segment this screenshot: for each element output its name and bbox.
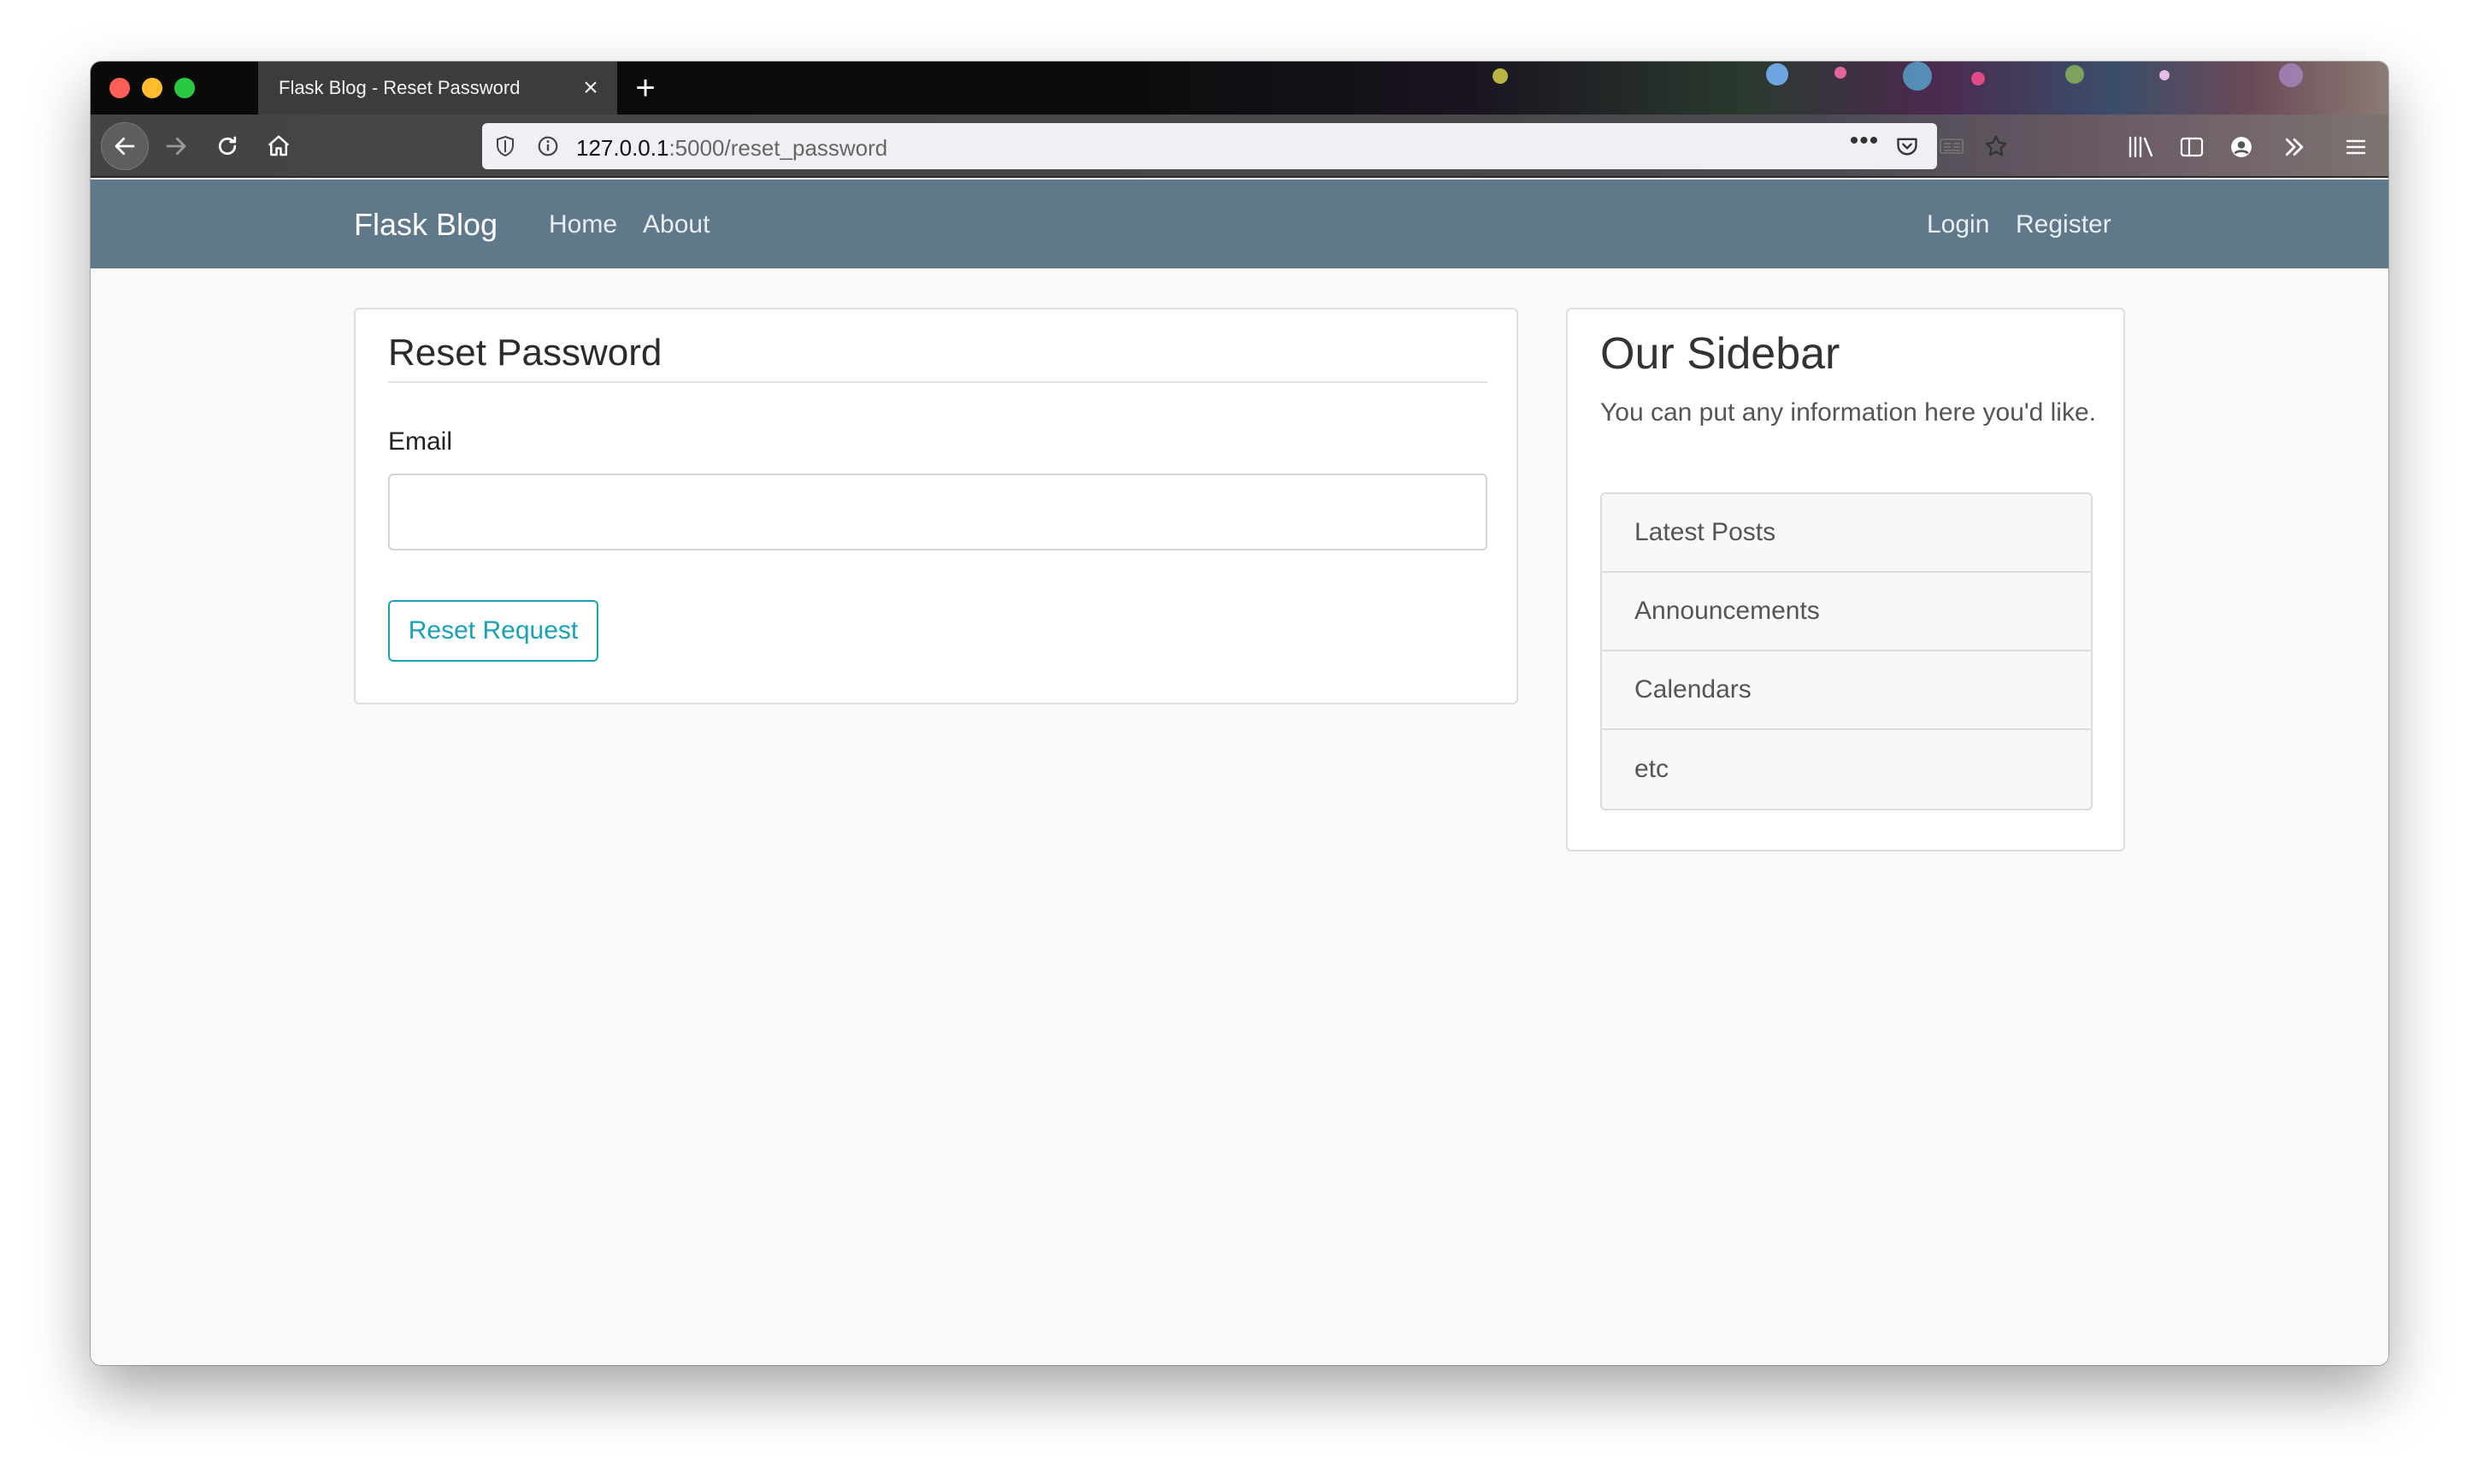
sidebar-description: You can put any information here you'd l…	[1600, 398, 2096, 427]
sidebar-item-latest-posts[interactable]: Latest Posts	[1602, 494, 2091, 573]
pocket-icon[interactable]	[1893, 133, 1922, 159]
nav-register-link[interactable]: Register	[2016, 210, 2111, 239]
url-text[interactable]: 127.0.0.1:5000/reset_password	[576, 135, 887, 162]
sidebar-item-etc[interactable]: etc	[1602, 730, 2091, 809]
reader-view-icon[interactable]	[1937, 133, 1966, 159]
tracking-shield-icon[interactable]	[492, 133, 518, 159]
reset-password-card: Reset Password Email Reset Request	[354, 308, 1518, 704]
new-tab-button[interactable]: +	[627, 70, 663, 106]
page-content: Reset Password Email Reset Request Our S…	[91, 268, 2388, 1365]
window-close-button[interactable]	[109, 78, 130, 98]
brand-link[interactable]: Flask Blog	[354, 207, 498, 243]
sidebar-item-announcements[interactable]: Announcements	[1602, 573, 2091, 651]
email-field[interactable]	[388, 474, 1487, 551]
sidebar-toggle-icon[interactable]	[2173, 128, 2211, 166]
form-title: Reset Password	[388, 332, 1487, 383]
bookmark-star-icon[interactable]	[1981, 133, 2011, 159]
nav-about-link[interactable]: About	[643, 210, 710, 239]
reset-request-button[interactable]: Reset Request	[388, 600, 598, 662]
reload-icon[interactable]	[207, 126, 248, 167]
browser-tab-active[interactable]: Flask Blog - Reset Password ×	[258, 62, 617, 115]
browser-window: Flask Blog - Reset Password × + 127.0.0.…	[91, 62, 2388, 1365]
back-arrow-icon[interactable]	[101, 122, 149, 170]
forward-arrow-icon[interactable]	[156, 126, 197, 167]
sidebar-item-calendars[interactable]: Calendars	[1602, 651, 2091, 730]
library-icon[interactable]	[2122, 128, 2159, 166]
sidebar-title: Our Sidebar	[1600, 329, 1840, 379]
sidebar-list: Latest Posts Announcements Calendars etc	[1600, 492, 2093, 810]
tab-strip: Flask Blog - Reset Password × +	[91, 62, 2388, 115]
window-maximize-button[interactable]	[174, 78, 195, 98]
sidebar-card: Our Sidebar You can put any information …	[1566, 308, 2125, 851]
account-icon[interactable]	[2223, 128, 2260, 166]
chevron-double-right-icon[interactable]	[2276, 128, 2313, 166]
site-navbar: Flask Blog Home About Login Register	[91, 180, 2388, 268]
window-minimize-button[interactable]	[142, 78, 162, 98]
nav-login-link[interactable]: Login	[1927, 210, 1989, 239]
browser-toolbar: 127.0.0.1:5000/reset_password •••	[91, 115, 2388, 178]
nav-home-link[interactable]: Home	[549, 210, 617, 239]
hamburger-menu-icon[interactable]	[2337, 128, 2375, 166]
email-label: Email	[388, 427, 453, 456]
address-bar[interactable]: 127.0.0.1:5000/reset_password •••	[482, 123, 2007, 169]
home-icon[interactable]	[258, 126, 299, 167]
page-actions-icon[interactable]: •••	[1850, 127, 1879, 155]
tab-close-icon[interactable]: ×	[576, 74, 605, 103]
site-info-icon[interactable]	[535, 133, 561, 159]
tab-title: Flask Blog - Reset Password	[279, 77, 521, 98]
